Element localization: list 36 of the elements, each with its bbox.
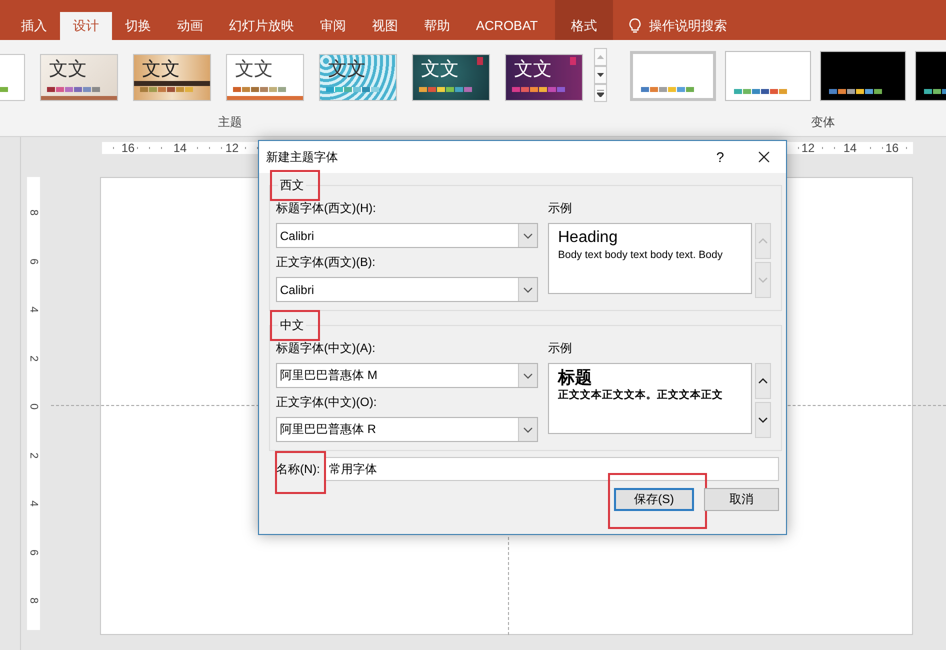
group-label: 主题 [218,114,242,131]
preview-body: Body text body text body text. Body [558,248,724,262]
preview-body: 正文文本正文文本。正文文本正文 [558,388,724,402]
ruler-number: 8 [28,597,39,604]
group-title: 西文 [280,178,304,192]
field-label: 标题字体(中文)(A): [276,340,376,357]
group-label: 变体 [811,114,835,131]
ruler-number: 6 [28,258,39,264]
group-title: 中文 [280,318,304,332]
field-label: 正文字体(中文)(O): [276,394,378,411]
ruler-number: 12 [799,142,817,154]
ruler-number: 4 [28,500,39,507]
ruler-number: 14 [841,142,859,154]
preview-heading: 标题 [558,368,593,388]
ruler-number: 8 [28,209,39,216]
theme-sample-text: 文文 [421,58,459,80]
preview-label: 示例 [548,200,573,217]
ruler-number: 6 [28,548,39,556]
ruler-number: 2 [28,452,39,458]
ruler-number: 12 [223,142,241,154]
theme-sample-text: 文文 [514,58,552,80]
ruler-number: 14 [171,142,189,154]
ruler-number: 4 [28,306,39,313]
ruler-number: 16 [119,142,137,154]
theme-sample-text: 文文 [142,58,180,80]
field-label: 标题字体(西文)(H): [276,200,377,217]
preview-heading: Heading [558,228,619,248]
ruler-number: 16 [883,142,901,154]
field-label: 正文字体(西文)(B): [276,254,376,271]
theme-sample-text: 文文 [49,58,87,80]
ruler-number: 0 [28,403,39,410]
theme-sample-text: 文文 [235,58,273,80]
name-label: 名称(N): [276,460,320,478]
dialog-title: 新建主题字体 [266,148,339,166]
ruler-number: 2 [28,354,39,362]
preview-label: 示例 [548,340,573,357]
